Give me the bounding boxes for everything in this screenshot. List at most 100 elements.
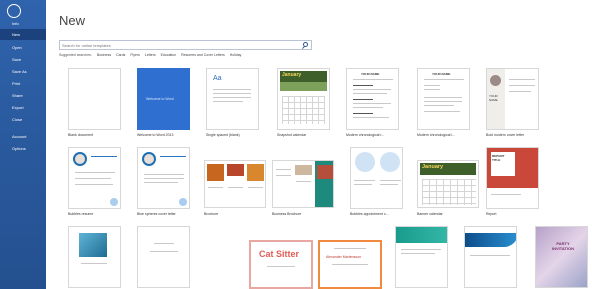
nav-save[interactable]: Save: [0, 54, 46, 65]
template-caption: Report: [486, 212, 497, 216]
text-line: [296, 181, 311, 182]
template-thumbnail: Welcome to Word: [137, 68, 190, 130]
thumb-text: YOUR NAME: [432, 72, 451, 76]
text-line: [267, 266, 295, 267]
text-line: [91, 156, 117, 157]
text-line: [353, 79, 393, 80]
thumb-text: PARTY INVITATION: [551, 241, 575, 251]
thumb-text: Welcome to Word: [146, 97, 174, 101]
template-thumbnail: PARTY INVITATION: [535, 226, 588, 288]
text-line: [75, 184, 113, 185]
text-line: [509, 79, 535, 80]
template-thumbnail: [272, 160, 334, 208]
text-line: [353, 99, 373, 100]
suggested-cards[interactable]: Cards: [116, 53, 125, 57]
text-line: [81, 263, 107, 264]
brochure-photo: [227, 164, 244, 176]
text-line: [208, 187, 223, 188]
text-line: [248, 187, 263, 188]
text-line: [213, 89, 251, 90]
brochure-photo: [207, 164, 224, 181]
suggested-education[interactable]: Education: [161, 53, 177, 57]
template-thumbnail: Cat Sitter: [249, 240, 313, 289]
bubble-decoration: [355, 152, 375, 172]
template-caption: Bold modern cover letter: [486, 133, 525, 137]
suggested-resumes[interactable]: Resumes and Cover Letters: [181, 53, 225, 57]
nav-account[interactable]: Account: [0, 131, 46, 142]
nav-export[interactable]: Export: [0, 102, 46, 113]
template-caption: Bubbles appointment c...: [350, 212, 389, 216]
thumb-text: January: [422, 164, 444, 170]
suggested-letters[interactable]: Letters: [145, 53, 156, 57]
text-line: [401, 249, 441, 250]
text-line: [401, 253, 435, 254]
text-line: [424, 79, 464, 80]
suggested-holiday[interactable]: Holiday: [230, 53, 242, 57]
template-caption: Modern chronological l...: [417, 133, 456, 137]
template-thumbnail: January: [417, 160, 479, 208]
search-icon[interactable]: [303, 42, 308, 47]
photo-inner: [75, 154, 85, 164]
template-caption: Bubbles resume: [68, 212, 94, 216]
template-thumbnail: [68, 147, 121, 209]
text-line: [75, 172, 115, 173]
text-line: [144, 178, 184, 179]
calendar-photo: [280, 82, 327, 91]
template-caption: Business Brochure: [272, 212, 302, 216]
text-line: [276, 175, 291, 176]
text-line: [353, 89, 391, 90]
text-line: [332, 264, 368, 265]
bubble-decoration: [380, 152, 400, 172]
nav-open[interactable]: Open: [0, 42, 46, 53]
photo-inner: [144, 154, 154, 164]
calendar-grid: [282, 96, 325, 124]
thumb-text: YOUR NAME: [361, 72, 380, 76]
text-line: [424, 97, 462, 98]
template-caption: Blue spheres cover letter: [137, 212, 176, 216]
template-search-input[interactable]: [62, 42, 292, 49]
template-thumbnail: Aa: [206, 68, 259, 130]
nav-options[interactable]: Options: [0, 143, 46, 154]
text-line: [75, 178, 111, 179]
thumb-text: YOUR NAME: [489, 94, 498, 102]
suggested-business[interactable]: Business: [97, 53, 111, 57]
text-line: [144, 174, 184, 175]
template-header-band: [396, 227, 447, 243]
photo-placeholder: [490, 75, 501, 86]
nav-new[interactable]: New: [0, 29, 46, 40]
template-thumbnail: REPORT TITLE: [486, 147, 539, 209]
brochure-photo: [247, 164, 264, 181]
template-thumbnail: YOUR NAME: [417, 68, 470, 130]
text-line: [154, 243, 174, 244]
text-line: [353, 107, 383, 108]
text-line: [334, 248, 366, 249]
bubble-decoration: [110, 198, 118, 206]
template-thumbnail: January: [277, 68, 330, 130]
nav-close[interactable]: Close: [0, 114, 46, 125]
template-thumbnail: YOUR NAME: [486, 68, 539, 130]
text-line: [354, 184, 372, 185]
new-document-pane: New Suggested searches: Business Cards F…: [46, 0, 592, 289]
template-thumbnail: [350, 147, 403, 209]
text-line: [380, 184, 398, 185]
nav-save-as[interactable]: Save As: [0, 66, 46, 77]
brochure-photo: [295, 165, 312, 175]
template-search-box[interactable]: [59, 40, 312, 50]
back-arrow-icon[interactable]: [7, 4, 21, 18]
text-line: [213, 97, 251, 98]
nav-share[interactable]: Share: [0, 90, 46, 101]
text-line: [424, 89, 440, 90]
suggested-flyers[interactable]: Flyers: [130, 53, 140, 57]
text-line: [424, 105, 454, 106]
thumb-text: Alexander Martensson: [326, 255, 362, 259]
nav-info[interactable]: Info: [0, 18, 46, 29]
text-line: [144, 182, 178, 183]
template-caption: Welcome to Word 2013: [137, 133, 174, 137]
thumb-text: January: [282, 72, 302, 78]
template-thumbnail: [137, 147, 190, 209]
nav-print[interactable]: Print: [0, 78, 46, 89]
template-caption: Blank document: [68, 133, 94, 137]
text-line: [424, 85, 440, 86]
page-title: New: [59, 13, 86, 28]
text-line: [353, 103, 391, 104]
